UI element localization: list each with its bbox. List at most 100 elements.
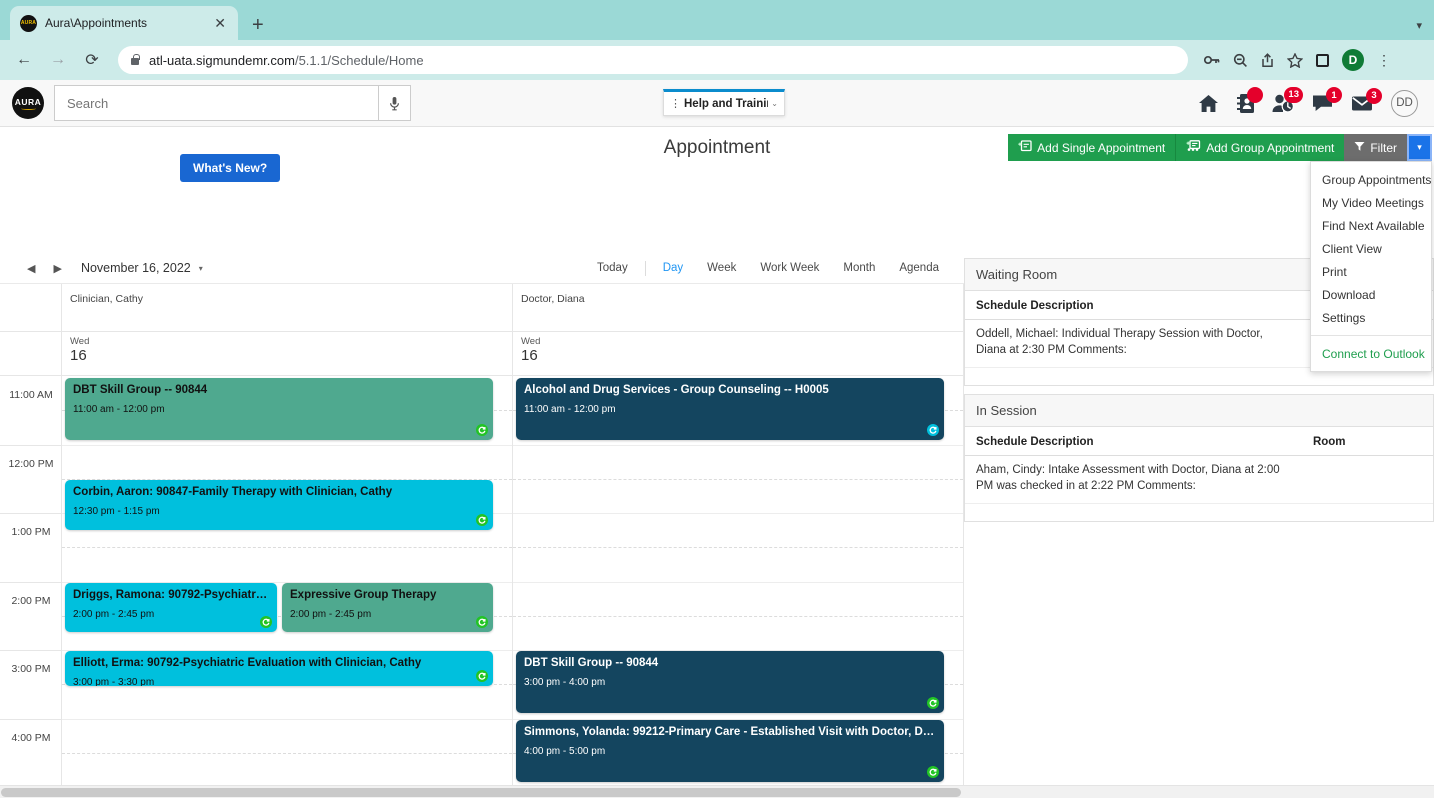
recurring-appointment-icon bbox=[476, 514, 488, 526]
appointment-block[interactable]: Elliott, Erma: 90792-Psychiatric Evaluat… bbox=[65, 651, 493, 686]
pending-clients-icon[interactable]: 13 bbox=[1272, 86, 1303, 113]
search-input[interactable] bbox=[54, 85, 379, 121]
application: AURA ⋮ Help and Training ⌄ bbox=[0, 80, 1434, 798]
view-day[interactable]: Day bbox=[652, 259, 694, 277]
appointment-title: Alcohol and Drug Services - Group Counse… bbox=[524, 384, 829, 396]
toolbar-icons: D ⋮ bbox=[1200, 49, 1391, 71]
menu-item-settings[interactable]: Settings bbox=[1311, 306, 1431, 329]
calendar-date-picker[interactable]: November 16, 2022 ▾ bbox=[81, 261, 203, 275]
cell-schedule-description: Oddell, Michael: Individual Therapy Sess… bbox=[965, 319, 1302, 369]
search-box bbox=[54, 85, 411, 121]
appointment-block[interactable]: DBT Skill Group -- 90844 3:00 pm - 4:00 p… bbox=[516, 651, 944, 713]
appointment-block[interactable]: Expressive Group Therapy 2:00 pm - 2:45 p… bbox=[282, 583, 493, 632]
time-slot-label: 11:00 AM bbox=[9, 389, 53, 401]
table-header-row: Schedule Description Room bbox=[965, 427, 1433, 457]
next-day-button[interactable]: ▶ bbox=[44, 262, 70, 275]
in-session-heading: In Session bbox=[965, 395, 1433, 428]
add-single-appointment-button[interactable]: Add Single Appointment bbox=[1008, 134, 1176, 161]
appointment-block[interactable]: Simmons, Yolanda: 99212-Primary Care - E… bbox=[516, 720, 944, 782]
calendar-view-switcher: Today Day Week Work Week Month Agenda bbox=[586, 259, 964, 277]
zoom-out-icon[interactable] bbox=[1233, 53, 1248, 68]
date-header-column-0: Wed 16 bbox=[62, 332, 513, 375]
key-icon[interactable] bbox=[1204, 53, 1220, 67]
view-work-week[interactable]: Work Week bbox=[749, 259, 830, 277]
recurring-appointment-icon bbox=[927, 766, 939, 778]
share-icon[interactable] bbox=[1261, 52, 1274, 68]
day-number: 16 bbox=[70, 347, 87, 364]
menu-item-client-view[interactable]: Client View bbox=[1311, 237, 1431, 260]
scrollbar-thumb[interactable] bbox=[1, 788, 961, 797]
forward-icon[interactable]: → bbox=[44, 46, 72, 74]
menu-dots-icon: ⋮ bbox=[670, 98, 681, 110]
filter-button[interactable]: Filter bbox=[1344, 134, 1407, 161]
menu-item-my-video-meetings[interactable]: My Video Meetings bbox=[1311, 191, 1431, 214]
filter-icon bbox=[1354, 141, 1365, 155]
view-month[interactable]: Month bbox=[832, 259, 886, 277]
add-group-appointment-button[interactable]: Add Group Appointment bbox=[1175, 134, 1345, 161]
view-agenda[interactable]: Agenda bbox=[888, 259, 950, 277]
appointment-time: 3:00 pm - 4:00 pm bbox=[524, 676, 606, 688]
appointment-toolbar: Add Single Appointment Add Group Appoint… bbox=[1008, 134, 1432, 161]
horizontal-scrollbar[interactable] bbox=[0, 785, 1434, 798]
aura-logo-swish bbox=[20, 107, 36, 110]
address-book-icon[interactable] bbox=[1237, 86, 1263, 113]
day-column-clinician-cathy[interactable]: DBT Skill Group -- 90844 11:00 am - 12:00… bbox=[62, 376, 513, 798]
messages-icon[interactable]: 1 bbox=[1312, 87, 1342, 112]
recurring-appointment-icon bbox=[476, 670, 488, 682]
bookmark-star-icon[interactable] bbox=[1287, 52, 1303, 68]
grid-half-hour-line bbox=[513, 615, 963, 617]
reload-icon[interactable]: ⟳ bbox=[78, 46, 106, 74]
help-and-training-menu[interactable]: ⋮ Help and Training ⌄ bbox=[663, 89, 785, 116]
appointment-time: 11:00 am - 12:00 pm bbox=[73, 403, 165, 415]
appointment-title: Simmons, Yolanda: 99212-Primary Care - E… bbox=[524, 726, 936, 738]
table-row[interactable]: Aham, Cindy: Intake Assessment with Doct… bbox=[965, 455, 1433, 505]
browser-tab[interactable]: AURA Aura\Appointments ✕ bbox=[10, 6, 238, 40]
menu-divider bbox=[1311, 335, 1431, 336]
help-and-training-label: Help and Training bbox=[684, 97, 768, 110]
resource-header-clinician-cathy: Clinician, Cathy bbox=[62, 284, 513, 331]
side-panel-icon[interactable] bbox=[1316, 53, 1329, 67]
chevron-down-icon[interactable]: ▾ bbox=[1416, 19, 1422, 32]
whats-new-button[interactable]: What's New? bbox=[180, 154, 281, 182]
time-slot-label: 12:00 PM bbox=[8, 457, 54, 470]
grid-hour-line bbox=[62, 444, 512, 446]
day-column-doctor-diana[interactable]: Alcohol and Drug Services - Group Counse… bbox=[513, 376, 964, 798]
new-tab-button[interactable]: + bbox=[252, 15, 264, 35]
menu-item-download[interactable]: Download bbox=[1311, 283, 1431, 306]
home-icon[interactable] bbox=[1198, 94, 1219, 113]
page-title-row: Appointment What's New? Add Single Appoi… bbox=[0, 127, 1434, 372]
appointment-block[interactable]: Driggs, Ramona: 90792-Psychiatric Eval..… bbox=[65, 583, 277, 632]
today-button[interactable]: Today bbox=[586, 259, 639, 277]
appointment-time: 3:00 pm - 3:30 pm bbox=[73, 676, 155, 686]
back-icon[interactable]: ← bbox=[10, 46, 38, 74]
badge-count: 3 bbox=[1366, 87, 1382, 104]
appointment-time: 4:00 pm - 5:00 pm bbox=[524, 745, 606, 757]
microphone-icon[interactable] bbox=[379, 85, 411, 121]
close-icon[interactable]: ✕ bbox=[210, 16, 230, 30]
menu-item-group-appointments[interactable]: Group Appointments bbox=[1311, 168, 1431, 191]
address-bar[interactable]: atl-uata.sigmundemr.com/5.1.1/Schedule/H… bbox=[118, 46, 1188, 74]
tab-title: Aura\Appointments bbox=[45, 16, 148, 30]
tab-strip: AURA Aura\Appointments ✕ + ▾ bbox=[0, 0, 1434, 40]
view-week[interactable]: Week bbox=[696, 259, 747, 277]
date-header-column-1: Wed 16 bbox=[513, 332, 964, 375]
appointment-block[interactable]: Corbin, Aaron: 90847-Family Therapy with… bbox=[65, 480, 493, 530]
chevron-down-icon: ▾ bbox=[198, 263, 203, 273]
previous-day-button[interactable]: ◀ bbox=[18, 262, 44, 275]
toolbar-dropdown-toggle[interactable]: ▾ bbox=[1407, 134, 1432, 161]
menu-item-connect-to-outlook[interactable]: Connect to Outlook bbox=[1311, 342, 1431, 365]
gutter-hour-line bbox=[0, 650, 62, 651]
mail-icon[interactable]: 3 bbox=[1351, 87, 1382, 112]
appointment-block[interactable]: DBT Skill Group -- 90844 11:00 am - 12:00… bbox=[65, 378, 493, 440]
browser-menu-icon[interactable]: ⋮ bbox=[1377, 52, 1391, 69]
browser-profile-avatar[interactable]: D bbox=[1342, 49, 1364, 71]
menu-item-print[interactable]: Print bbox=[1311, 260, 1431, 283]
user-avatar[interactable]: DD bbox=[1391, 89, 1418, 117]
day-number: 16 bbox=[521, 347, 538, 364]
column-schedule-description: Schedule Description bbox=[965, 291, 1302, 320]
appointment-block[interactable]: Alcohol and Drug Services - Group Counse… bbox=[516, 378, 944, 440]
menu-item-find-next-available[interactable]: Find Next Available bbox=[1311, 214, 1431, 237]
appointment-time: 12:30 pm - 1:15 pm bbox=[73, 505, 160, 517]
grid-hour-line bbox=[62, 718, 512, 720]
add-single-appointment-icon bbox=[1018, 140, 1032, 155]
